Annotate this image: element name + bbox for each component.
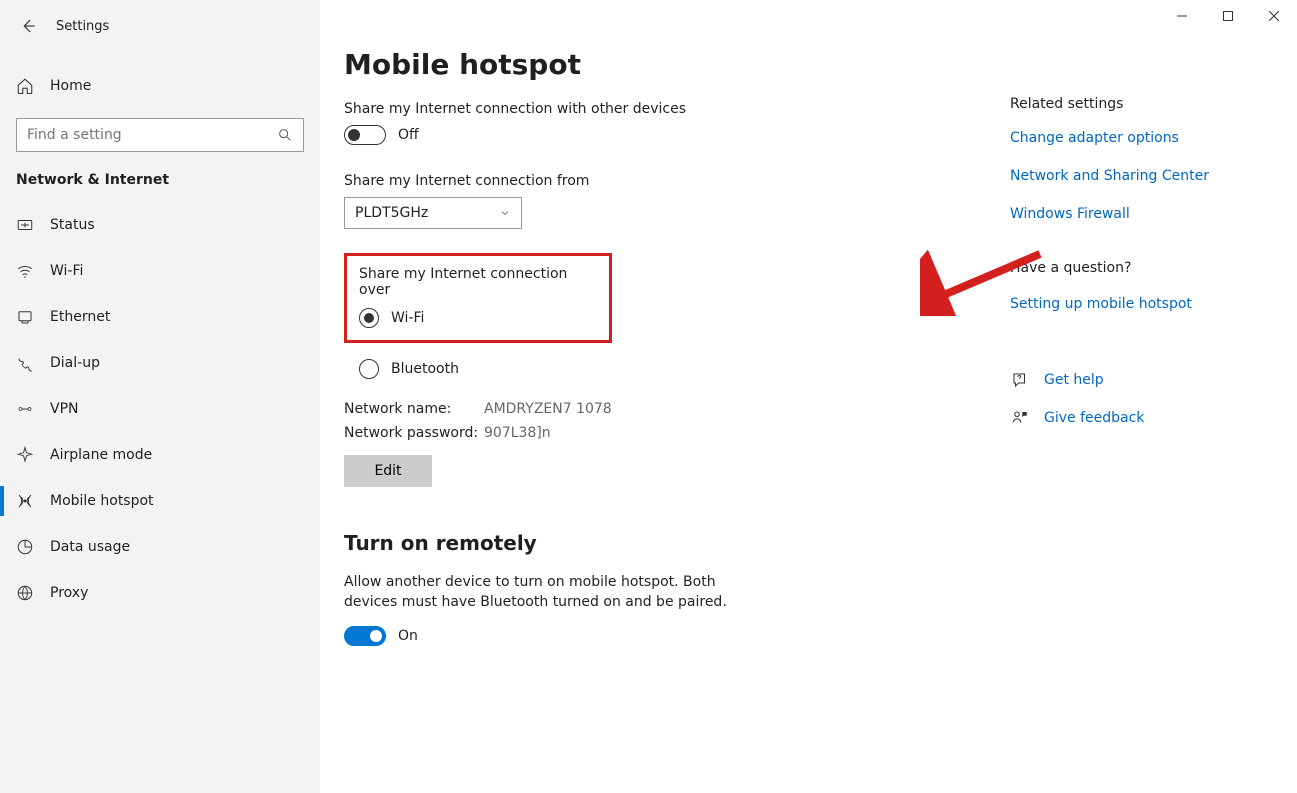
sidebar-item-label: Ethernet [50,309,110,325]
sidebar-item-label: Status [50,217,95,233]
datausage-icon [16,538,36,556]
link-firewall[interactable]: Windows Firewall [1010,206,1270,222]
remote-toggle-text: On [398,628,418,644]
sidebar-item-label: VPN [50,401,79,417]
sidebar-item-label: Mobile hotspot [50,493,154,509]
radio-wifi-label: Wi-Fi [391,310,424,326]
wifi-icon [16,262,36,280]
from-value: PLDT5GHz [355,205,428,221]
sidebar-item-label: Dial-up [50,355,100,371]
radio-icon [359,308,379,328]
home-label: Home [50,78,91,94]
home-icon [16,77,36,95]
from-combobox[interactable]: PLDT5GHz [344,197,522,229]
sidebar-item-label: Wi-Fi [50,263,83,279]
remote-toggle[interactable] [344,626,386,646]
radio-bluetooth-label: Bluetooth [391,361,459,377]
network-name-label: Network name: [344,401,484,417]
maximize-button[interactable] [1205,0,1251,32]
vpn-icon [16,400,36,418]
network-password-value: 907L38]n [484,425,551,441]
window-controls [1159,0,1297,32]
search-icon [277,127,293,143]
sidebar-item-airplane[interactable]: Airplane mode [0,432,320,478]
give-feedback-label: Give feedback [1044,410,1144,426]
sidebar-item-proxy[interactable]: Proxy [0,570,320,616]
search-box[interactable] [16,118,304,152]
share-toggle[interactable] [344,125,386,145]
over-label: Share my Internet connection over [359,266,597,298]
related-pane: Related settings Change adapter options … [1010,96,1270,446]
remote-heading: Turn on remotely [344,531,1297,555]
sidebar-item-status[interactable]: Status [0,202,320,248]
dialup-icon [16,354,36,372]
edit-button[interactable]: Edit [344,455,432,487]
category-label: Network & Internet [0,152,320,202]
airplane-icon [16,446,36,464]
link-setup-hotspot[interactable]: Setting up mobile hotspot [1010,296,1270,312]
get-help-link[interactable]: Get help [1010,370,1270,390]
main-content: Mobile hotspot Share my Internet connect… [320,0,1297,793]
sidebar-item-vpn[interactable]: VPN [0,386,320,432]
sidebar-item-wifi[interactable]: Wi-Fi [0,248,320,294]
radio-wifi[interactable]: Wi-Fi [359,308,597,328]
sidebar-item-label: Airplane mode [50,447,152,463]
sidebar-item-label: Proxy [50,585,88,601]
back-button[interactable] [16,14,40,38]
sidebar-item-ethernet[interactable]: Ethernet [0,294,320,340]
highlight-annotation: Share my Internet connection over Wi-Fi [344,253,612,343]
remote-desc: Allow another device to turn on mobile h… [344,573,764,612]
app-title: Settings [56,19,109,34]
hotspot-icon [16,492,36,510]
help-icon [1010,370,1030,390]
network-name-value: AMDRYZEN7 1078 [484,401,612,417]
status-icon [16,216,36,234]
minimize-button[interactable] [1159,0,1205,32]
chevron-down-icon [499,207,511,219]
radio-icon [359,359,379,379]
question-title: Have a question? [1010,260,1270,276]
proxy-icon [16,584,36,602]
feedback-icon [1010,408,1030,428]
sidebar-item-datausage[interactable]: Data usage [0,524,320,570]
close-button[interactable] [1251,0,1297,32]
sidebar-item-dialup[interactable]: Dial-up [0,340,320,386]
related-title: Related settings [1010,96,1270,112]
sidebar-item-label: Data usage [50,539,130,555]
share-toggle-text: Off [398,127,419,143]
network-password-label: Network password: [344,425,484,441]
sidebar-item-hotspot[interactable]: Mobile hotspot [0,478,320,524]
page-title: Mobile hotspot [344,48,1297,81]
give-feedback-link[interactable]: Give feedback [1010,408,1270,428]
link-adapter[interactable]: Change adapter options [1010,130,1270,146]
sidebar-home[interactable]: Home [0,64,320,108]
sidebar: Settings Home Network & Internet Status … [0,0,320,793]
search-input[interactable] [27,127,277,143]
ethernet-icon [16,308,36,326]
link-sharing[interactable]: Network and Sharing Center [1010,168,1270,184]
get-help-label: Get help [1044,372,1104,388]
